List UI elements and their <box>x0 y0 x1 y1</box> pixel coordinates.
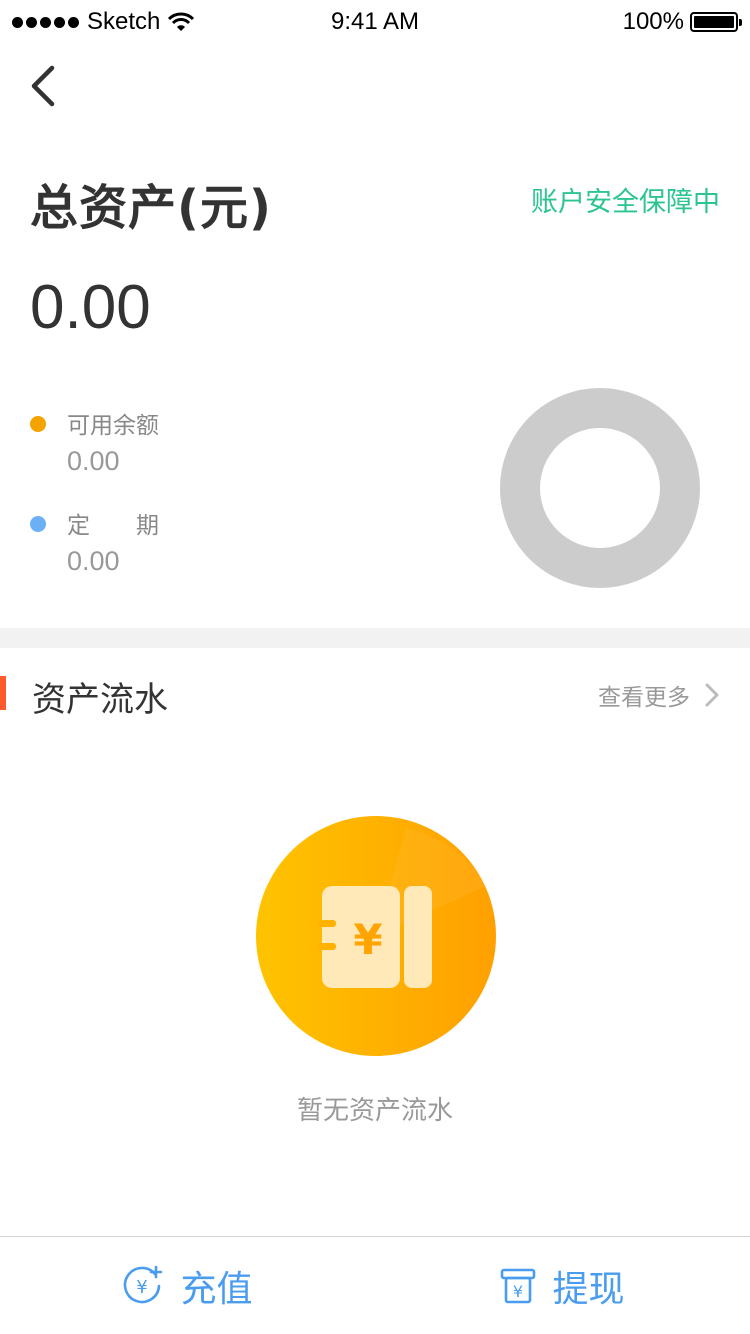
svg-text:¥: ¥ <box>353 915 382 964</box>
total-assets-amount: 0.00 <box>30 273 151 342</box>
legend-dot-blue <box>30 516 46 532</box>
section-title: 资产流水 <box>32 680 168 720</box>
asset-donut-chart <box>500 388 700 588</box>
legend-label: 定 期 <box>67 513 159 539</box>
svg-text:¥: ¥ <box>513 1282 523 1301</box>
recharge-icon: ¥ <box>124 1265 163 1303</box>
status-bar: Sketch 9:41 AM 100% <box>0 0 750 44</box>
withdraw-label: 提现 <box>552 1268 625 1310</box>
legend-value: 0.00 <box>67 546 120 576</box>
chevron-right-icon <box>705 683 719 707</box>
view-more-label: 查看更多 <box>598 685 690 711</box>
back-button[interactable] <box>24 62 68 110</box>
withdraw-button[interactable]: ¥ 提现 <box>375 1237 750 1334</box>
page-title: 总资产(元) <box>30 180 272 236</box>
empty-state-text: 暂无资产流水 <box>296 1096 453 1126</box>
status-right: 100% <box>622 8 742 36</box>
legend-value: 0.00 <box>67 446 120 476</box>
battery-percent: 100% <box>622 8 684 35</box>
battery-icon <box>690 12 742 32</box>
legend-label: 可用余额 <box>67 413 159 439</box>
bottom-action-bar: ¥ 充值 ¥ 提现 <box>0 1236 750 1334</box>
legend-dot-orange <box>30 416 46 432</box>
security-status: 账户安全保障中 <box>531 187 720 218</box>
view-more-link[interactable]: 查看更多 <box>598 678 720 712</box>
section-divider <box>0 628 750 648</box>
svg-text:¥: ¥ <box>137 1277 148 1298</box>
chevron-left-icon <box>31 65 55 107</box>
recharge-button[interactable]: ¥ 充值 <box>0 1237 375 1334</box>
wallet-yuan-icon: ¥ <box>256 816 496 1056</box>
recharge-label: 充值 <box>180 1268 253 1310</box>
section-accent-bar <box>0 676 6 710</box>
withdraw-icon: ¥ <box>501 1268 536 1303</box>
